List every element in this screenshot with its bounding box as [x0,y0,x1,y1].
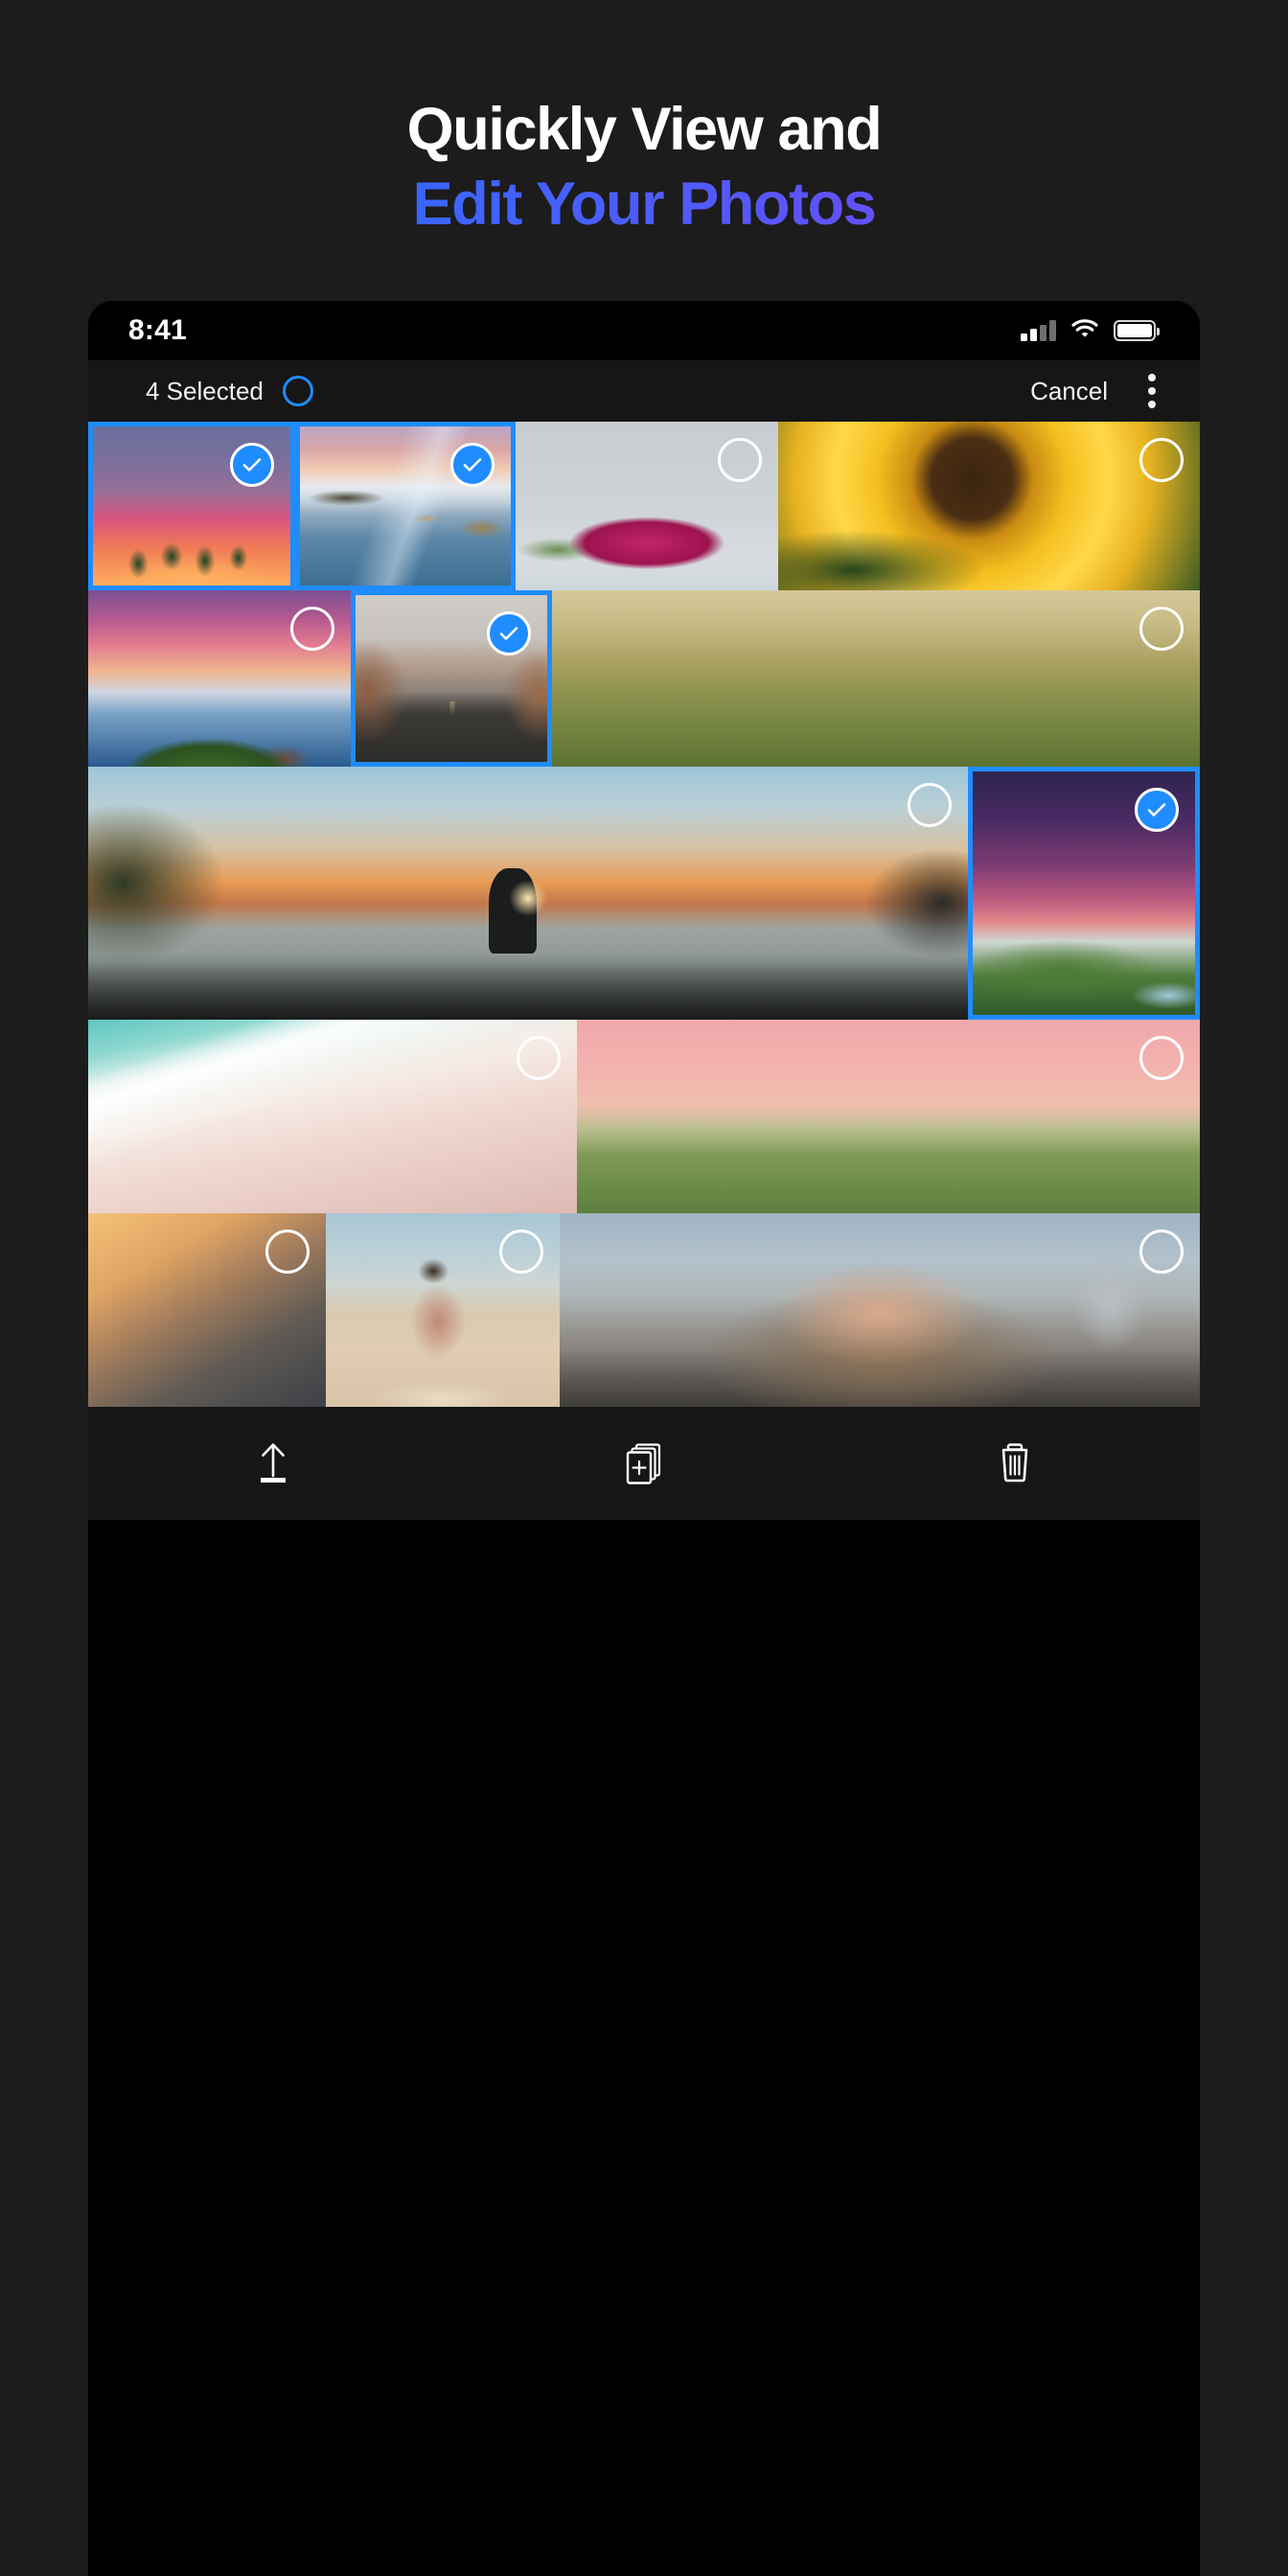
photo-woman-on-beach[interactable] [326,1213,560,1407]
photo-palm-trees-sunset[interactable] [88,422,295,590]
wifi-icon [1071,318,1098,344]
photo-fjord-boat-wake[interactable] [295,422,516,590]
photo-sunflower-bee[interactable] [778,422,1200,590]
selection-action-bar: 4 Selected Cancel [88,360,1200,422]
photo-grid-row [88,590,1200,767]
photo-thumbnail [552,590,1200,767]
photo-grid [88,422,1200,1407]
selection-check-icon[interactable] [1139,1036,1184,1080]
selection-check-icon[interactable] [1139,1230,1184,1274]
photo-thumbnail [88,1020,577,1213]
photo-man-watching-sunset[interactable] [88,767,968,1020]
photo-family-golden-field[interactable] [552,590,1200,767]
photo-thumbnail [560,1213,1200,1407]
signal-bars-icon [1021,320,1056,341]
photo-woman-holding-flower[interactable] [88,1213,326,1407]
selection-check-icon[interactable] [487,611,531,656]
photo-thumbnail [778,422,1200,590]
selection-check-icon[interactable] [230,443,274,487]
headline-line-2: Edit Your Photos [0,167,1288,242]
photo-elephants-pink-sky[interactable] [577,1020,1200,1213]
photo-woman-portrait-city[interactable] [560,1213,1200,1407]
photo-grid-row [88,767,1200,1020]
battery-full-icon [1114,320,1160,341]
app-store-promo-screenshot: Quickly View and Edit Your Photos 8:41 4… [0,0,1288,2576]
selected-count-label: 4 Selected [146,376,264,405]
photo-grid-row [88,1213,1200,1407]
selection-check-icon[interactable] [499,1230,543,1274]
selection-check-icon[interactable] [1135,788,1179,832]
selection-check-icon[interactable] [908,783,952,827]
bottom-toolbar [88,1407,1200,1520]
selection-status: 4 Selected [146,376,313,406]
photo-green-cliff-ocean[interactable] [88,590,351,767]
status-bar-icons [1021,318,1160,344]
phone-mockup: 8:41 4 Selected Cancel [88,301,1200,2576]
selection-check-icon[interactable] [265,1230,310,1274]
photo-grid-row [88,1020,1200,1213]
photo-pink-peony-vase[interactable] [516,422,778,590]
photo-desert-road[interactable] [351,590,552,767]
action-bar-right: Cancel [1030,366,1169,416]
status-bar-time: 8:41 [128,314,187,346]
delete-icon[interactable] [949,1420,1081,1507]
photo-aurora-green-hills[interactable] [968,767,1200,1020]
headline-line-1: Quickly View and [406,96,883,163]
select-all-circle-icon[interactable] [282,376,313,406]
selection-check-icon[interactable] [450,443,494,487]
status-bar: 8:41 [88,301,1200,360]
photo-thumbnail [577,1020,1200,1213]
add-to-album-icon[interactable] [578,1420,710,1507]
photo-grid-row [88,422,1200,590]
selection-check-icon[interactable] [1139,607,1184,651]
photo-thumbnail [88,767,968,1020]
selection-check-icon[interactable] [517,1036,561,1080]
selection-check-icon[interactable] [718,438,762,482]
kebab-menu-icon[interactable] [1135,366,1169,416]
photo-pink-sand-beach-wave[interactable] [88,1020,577,1213]
selection-check-icon[interactable] [290,607,334,651]
selection-check-icon[interactable] [1139,438,1184,482]
cancel-button[interactable]: Cancel [1030,377,1108,406]
promo-headline: Quickly View and Edit Your Photos [0,92,1288,242]
share-icon[interactable] [207,1420,339,1507]
